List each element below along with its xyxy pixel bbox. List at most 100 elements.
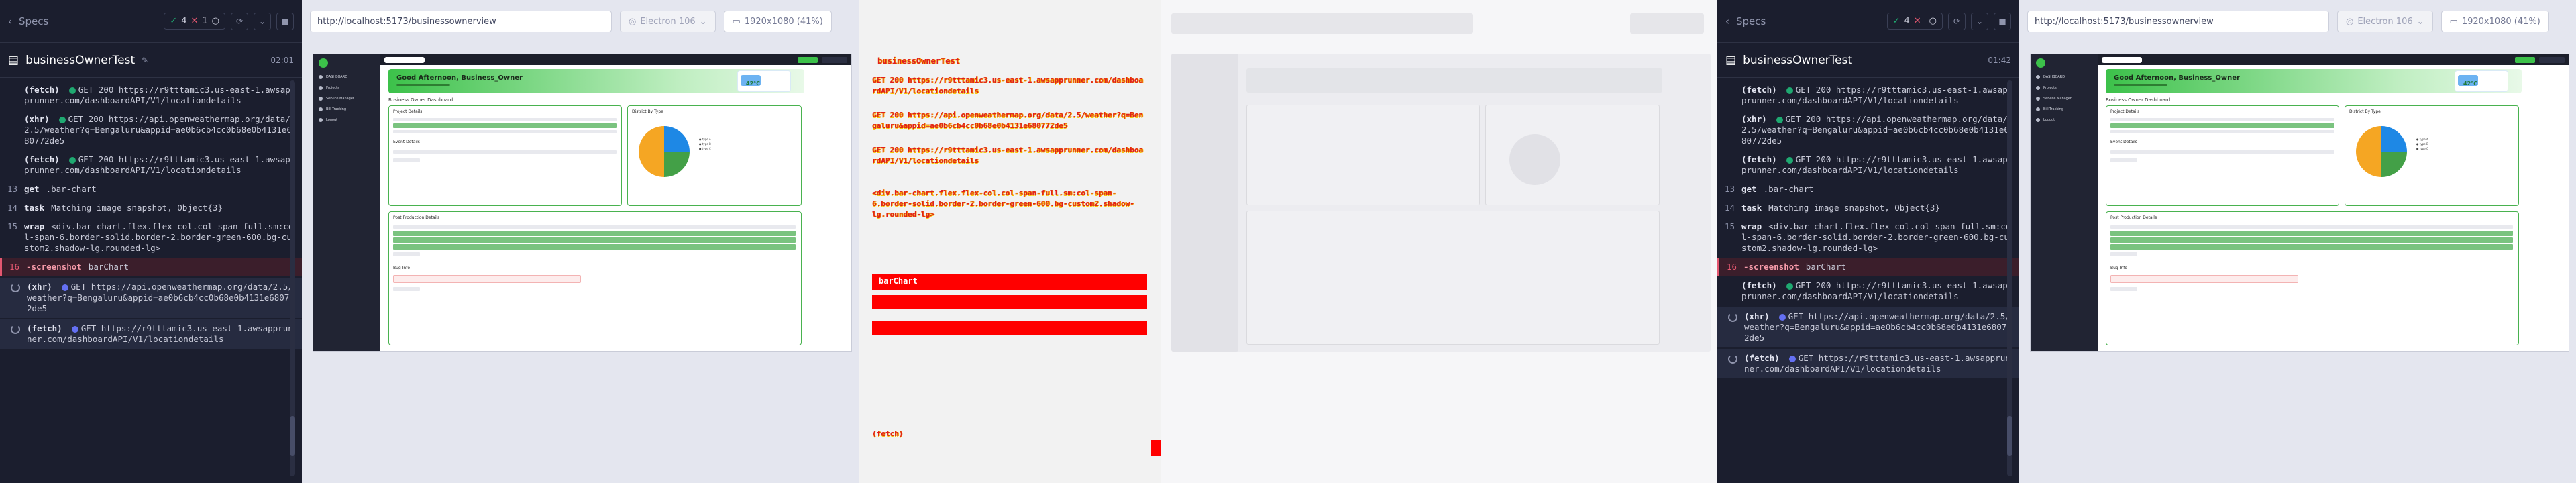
sidebar-item[interactable]: Projects (313, 83, 380, 93)
browser-icon: ◎ (2346, 16, 2354, 27)
sidebar-item[interactable]: DASHBOARD (2031, 72, 2098, 83)
viewport-info[interactable]: ▭ 1920x1080 (41%) (723, 11, 832, 32)
sidebar-item[interactable]: Logout (2031, 115, 2098, 125)
pending-icon: ○ (1929, 16, 1937, 26)
diff-text-block: <div.bar-chart.flex.flex-col.col-span-fu… (872, 189, 1134, 219)
log-num: 16 (9, 262, 19, 272)
log-kind: (xhr) (1744, 311, 1770, 321)
scrollbar-thumb[interactable] (290, 416, 295, 456)
page-heading: Business Owner Dashboard (2106, 97, 2171, 103)
app-sidebar: DASHBOARD Projects Service Manager Bill … (2031, 54, 2098, 351)
app-button[interactable] (2539, 56, 2565, 63)
status-dot-icon (1786, 87, 1793, 94)
test-stats: ✓ 4 ✕ ○ ⟳ ⌄ ■ (1886, 12, 2011, 30)
sidebar-item[interactable]: DASHBOARD (313, 72, 380, 83)
log-num: 14 (7, 203, 17, 213)
diff-text-block: GET 200 https://r9tttamic3.us-east-1.aws… (872, 76, 1143, 95)
log-entry[interactable]: 13 get .bar-chart (0, 180, 302, 199)
log-entry[interactable]: (fetch) GET 200 https://r9tttamic3.us-eas… (0, 150, 302, 180)
log-text: .bar-chart (1763, 184, 1814, 194)
test-stats: ✓ 4 ✕ 1 ○ ⟳ ⌄ ■ (164, 12, 294, 30)
chevron-down-icon: ⌄ (2416, 16, 2424, 27)
sidebar-item[interactable]: Projects (2031, 83, 2098, 93)
url-bar[interactable]: http://localhost:5173/businessownerview (310, 11, 612, 32)
log-entry[interactable]: 14 task Matching image snapshot, Object{3… (1717, 199, 2019, 217)
log-entry[interactable]: (xhr) GET 200 https://api.openweathermap.… (0, 110, 302, 150)
app-button[interactable] (2515, 56, 2535, 63)
browser-selector[interactable]: ◎ Electron 106 ⌄ (620, 11, 716, 32)
log-text: GET https://r9tttamic3.us-east-1.awsappr… (1744, 353, 2010, 374)
sidebar-item[interactable]: Logout (313, 115, 380, 125)
stats-pill: ✓ 4 ✕ ○ (1886, 13, 1943, 30)
check-icon: ✓ (170, 16, 178, 26)
log-entry[interactable]: 14 task Matching image snapshot, Object{3… (0, 199, 302, 217)
status-dot-icon (1778, 313, 1786, 321)
log-kind: task (24, 203, 45, 213)
app-logo (2036, 58, 2045, 68)
fail-count: 1 (202, 16, 208, 26)
refresh-button[interactable]: ⟳ (1948, 12, 1966, 30)
chevron-down-button[interactable]: ⌄ (254, 12, 271, 30)
chevron-down-icon: ⌄ (699, 16, 707, 27)
card-title: Project Details (2110, 109, 2140, 114)
viewport-label: 1920x1080 (41%) (2461, 16, 2540, 27)
log-entry[interactable]: (fetch) GET 200 https://r9tttamic3.us-eas… (0, 80, 302, 110)
log-kind: (fetch) (1741, 154, 1777, 164)
chart-legend: ● type A ● type B ● type C (699, 138, 711, 150)
pie-chart (639, 126, 690, 177)
pending-log-entry[interactable]: (xhr) GET https://api.openweathermap.org/… (0, 278, 302, 318)
spec-duration: 02:01 (270, 55, 294, 65)
chevron-left-icon[interactable]: ‹ (1725, 15, 1729, 28)
pending-log-entry[interactable]: (fetch) GET https://r9tttamic3.us-east-1.… (1717, 349, 2019, 378)
sidebar-item[interactable]: Service Manager (313, 93, 380, 104)
file-icon: ▤ (1725, 53, 1737, 67)
spec-title: businessOwnerTest (1743, 53, 1853, 67)
specs-label[interactable]: Specs (1736, 15, 1766, 28)
app-button[interactable] (822, 56, 847, 63)
sidebar-item[interactable]: Service Manager (2031, 93, 2098, 104)
app-search-input[interactable] (384, 56, 425, 63)
spec-header[interactable]: ▤ businessOwnerTest 01:42 (1717, 43, 2019, 78)
log-num (4, 85, 24, 106)
sidebar-item[interactable]: Bill Tracking (313, 104, 380, 115)
url-bar[interactable]: http://localhost:5173/businessownerview (2027, 11, 2329, 32)
stop-button[interactable]: ■ (276, 12, 294, 30)
greeting-banner: Good Afternoon, Business_Owner 42°C (2106, 69, 2522, 93)
app-button[interactable] (798, 56, 818, 63)
stop-button[interactable]: ■ (1994, 12, 2011, 30)
specs-label[interactable]: Specs (19, 15, 48, 28)
log-kind: (xhr) (24, 114, 50, 124)
log-text: <div.bar-chart.flex.flex-col.col-span-fu… (24, 221, 294, 253)
log-entry[interactable]: 15 wrap <div.bar-chart.flex.flex-col.col-… (0, 217, 302, 258)
log-entry[interactable]: (fetch) GET 200 https://r9tttamic3.us-eas… (1717, 150, 2019, 180)
log-num: 13 (1724, 184, 1735, 194)
viewport-info[interactable]: ▭ 1920x1080 (41%) (2440, 11, 2549, 32)
log-num: 13 (7, 184, 17, 194)
browser-selector[interactable]: ◎ Electron 106 ⌄ (2337, 11, 2433, 32)
edit-icon[interactable]: ✎ (142, 56, 148, 65)
failed-log-entry[interactable]: 16 -screenshot barChart (0, 258, 302, 276)
chevron-left-icon[interactable]: ‹ (8, 15, 12, 28)
chevron-down-button[interactable]: ⌄ (1971, 12, 1988, 30)
app-search-input[interactable] (2102, 56, 2142, 63)
page-heading: Business Owner Dashboard (388, 97, 453, 103)
diff-text-block: GET 200 https://api.openweathermap.org/d… (872, 111, 1143, 130)
log-entry[interactable]: 13 get .bar-chart (1717, 180, 2019, 199)
log-text: barChart (1805, 262, 1847, 272)
log-entry[interactable]: (xhr) GET 200 https://api.openweathermap.… (1717, 110, 2019, 150)
log-kind: task (1741, 203, 1762, 213)
failed-log-entry[interactable]: 16 -screenshot barChart (1717, 258, 2019, 276)
log-entry[interactable]: 15 wrap <div.bar-chart.flex.flex-col.col-… (1717, 217, 2019, 258)
log-kind: -screenshot (1743, 262, 1799, 272)
cypress-window-left: ‹ Specs ✓ 4 ✕ 1 ○ ⟳ ⌄ ■ ▤ businessOwnerT… (0, 0, 859, 483)
diff-highlight (872, 295, 1147, 309)
log-text: GET 200 https://r9tttamic3.us-east-1.aws… (1741, 85, 2008, 105)
spec-header[interactable]: ▤ businessOwnerTest ✎ 02:01 (0, 43, 302, 78)
pending-log-entry[interactable]: (fetch) GET https://r9tttamic3.us-east-1.… (0, 319, 302, 349)
log-entry[interactable]: (fetch) GET 200 https://r9tttamic3.us-eas… (1717, 80, 2019, 110)
log-entry[interactable]: (fetch) GET 200 https://r9tttamic3.us-eas… (1717, 276, 2019, 306)
scrollbar-thumb[interactable] (2007, 416, 2012, 456)
pending-log-entry[interactable]: (xhr) GET https://api.openweathermap.org/… (1717, 307, 2019, 347)
refresh-button[interactable]: ⟳ (231, 12, 248, 30)
sidebar-item[interactable]: Bill Tracking (2031, 104, 2098, 115)
